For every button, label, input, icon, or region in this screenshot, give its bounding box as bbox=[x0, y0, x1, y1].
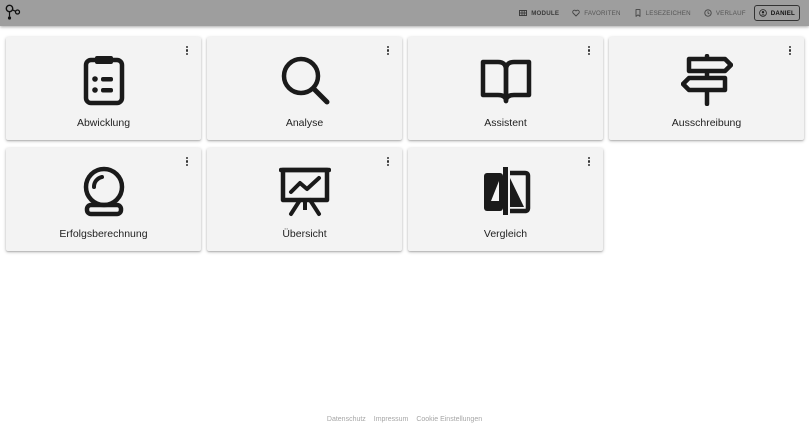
user-menu-button[interactable]: DANIEL bbox=[753, 5, 800, 21]
tile-menu-button[interactable] bbox=[587, 157, 591, 167]
tile-label: Abwicklung bbox=[76, 117, 131, 129]
tile-vergleich[interactable]: Vergleich bbox=[408, 148, 603, 251]
nav-module-label: MODULE bbox=[531, 9, 560, 17]
nav-favoriten[interactable]: FAVORITEN bbox=[572, 5, 620, 21]
tile-menu-button[interactable] bbox=[587, 46, 591, 56]
tile-label: Vergleich bbox=[483, 228, 528, 240]
module-grid-icon bbox=[519, 10, 528, 16]
tile-label: Ausschreibung bbox=[671, 117, 742, 129]
tile-label: Erfolgsberechnung bbox=[59, 228, 148, 240]
user-name: DANIEL bbox=[770, 9, 795, 17]
tile-label: Analyse bbox=[285, 117, 324, 129]
footer-link-cookie-settings[interactable]: Cookie Einstellungen bbox=[416, 416, 482, 423]
nav-module[interactable]: MODULE bbox=[519, 5, 559, 21]
bookmark-icon bbox=[635, 9, 641, 17]
tile-menu-button[interactable] bbox=[788, 46, 792, 56]
heart-icon bbox=[572, 9, 580, 17]
nav-verlauf[interactable]: VERLAUF bbox=[704, 5, 746, 21]
tile-menu-button[interactable] bbox=[185, 157, 189, 167]
user-avatar-icon bbox=[758, 9, 767, 17]
nav-lesezeichen[interactable]: LESEZEICHEN bbox=[634, 5, 691, 21]
footer: Datenschutz Impressum Cookie Einstellung… bbox=[0, 416, 809, 423]
top-bar: MODULE FAVORITEN LESEZEICHEN VERLAUF DAN… bbox=[0, 0, 809, 26]
app-logo-icon[interactable] bbox=[5, 4, 21, 21]
open-book-icon bbox=[480, 59, 532, 104]
tile-menu-button[interactable] bbox=[185, 46, 189, 56]
signpost-icon bbox=[681, 54, 733, 106]
crystal-ball-icon bbox=[83, 166, 125, 217]
history-clock-icon bbox=[704, 9, 712, 17]
compare-icon bbox=[484, 167, 531, 215]
tile-abwicklung[interactable]: Abwicklung bbox=[6, 37, 201, 140]
tile-analyse[interactable]: Analyse bbox=[207, 37, 402, 140]
presentation-chart-icon bbox=[279, 167, 331, 216]
footer-link-datenschutz[interactable]: Datenschutz bbox=[327, 416, 366, 423]
nav-verlauf-label: VERLAUF bbox=[715, 9, 746, 17]
tile-menu-button[interactable] bbox=[386, 157, 390, 167]
tile-assistent[interactable]: Assistent bbox=[408, 37, 603, 140]
nav-lesezeichen-label: LESEZEICHEN bbox=[645, 9, 691, 17]
nav-favoriten-label: FAVORITEN bbox=[584, 9, 621, 17]
tile-label: Assistent bbox=[484, 117, 527, 129]
clipboard-list-icon bbox=[83, 56, 125, 106]
magnifier-icon bbox=[281, 56, 330, 105]
tile-ausschreibung[interactable]: Ausschreibung bbox=[609, 37, 804, 140]
footer-link-impressum[interactable]: Impressum bbox=[374, 416, 409, 423]
tile-label: Übersicht bbox=[282, 228, 327, 240]
main-navigation: MODULE FAVORITEN LESEZEICHEN VERLAUF DAN… bbox=[506, 5, 800, 21]
tile-menu-button[interactable] bbox=[386, 46, 390, 56]
tile-erfolgsberechnung[interactable]: Erfolgsberechnung bbox=[6, 148, 201, 251]
tile-uebersicht[interactable]: Übersicht bbox=[207, 148, 402, 251]
